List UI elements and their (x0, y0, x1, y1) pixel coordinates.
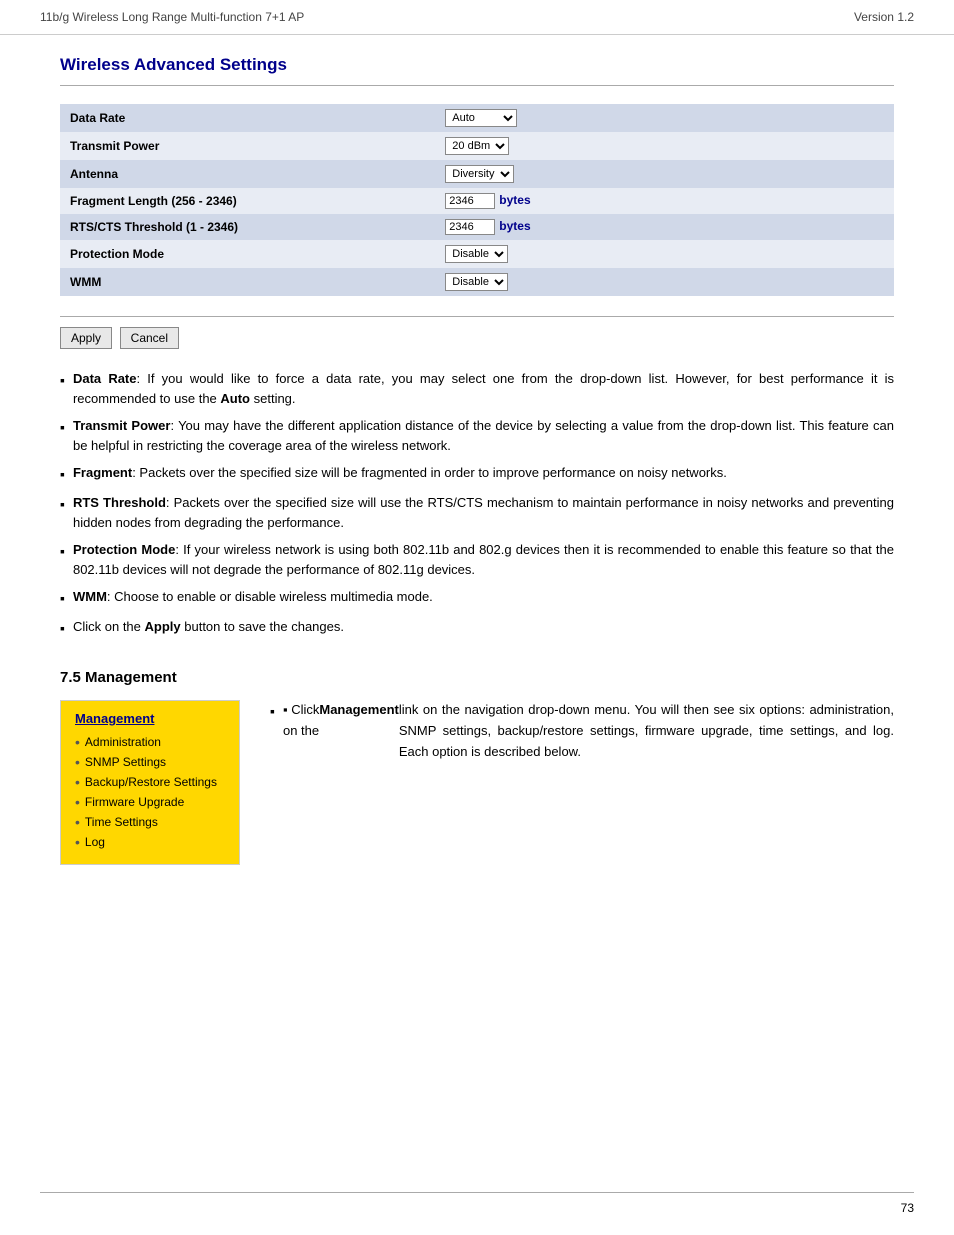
bullet-content: Data Rate: If you would like to force a … (73, 369, 894, 408)
button-row: Apply Cancel (60, 316, 894, 349)
list-item: Fragment: Packets over the specified siz… (60, 463, 894, 485)
bullet-content: Protection Mode: If your wireless networ… (73, 540, 894, 579)
settings-label: Antenna (60, 160, 435, 188)
list-item: Firmware Upgrade (75, 794, 225, 810)
settings-row: Protection Mode DisableEnable (60, 240, 894, 268)
settings-select[interactable]: 20 dBm17 dBm15 dBm12 dBm10 dBm (445, 137, 509, 155)
management-description: ▪ Click on the Management link on the na… (270, 700, 894, 762)
page-number: 73 (901, 1201, 914, 1215)
settings-row: WMM DisableEnable (60, 268, 894, 296)
settings-select[interactable]: Auto1 Mbps2 Mbps5.5 Mbps11 Mbps54 Mbps (445, 109, 517, 127)
settings-label: Transmit Power (60, 132, 435, 160)
management-box-title: Management (75, 711, 225, 726)
management-box: Management Administration SNMP Settings Ba… (60, 700, 240, 865)
bullet-content: RTS Threshold: Packets over the specifie… (73, 493, 894, 532)
list-item: RTS Threshold: Packets over the specifie… (60, 493, 894, 532)
settings-control[interactable]: DisableEnable (435, 240, 894, 268)
settings-control[interactable]: DisableEnable (435, 268, 894, 296)
settings-label: Protection Mode (60, 240, 435, 268)
settings-control[interactable]: bytes (435, 214, 894, 240)
settings-row: Antenna DiversityAB (60, 160, 894, 188)
bullet-content: Transmit Power: You may have the differe… (73, 416, 894, 455)
list-item: Transmit Power: You may have the differe… (60, 416, 894, 455)
header-right: Version 1.2 (854, 10, 914, 24)
settings-select[interactable]: DiversityAB (445, 165, 514, 183)
settings-select[interactable]: DisableEnable (445, 245, 508, 263)
settings-row: Data Rate Auto1 Mbps2 Mbps5.5 Mbps11 Mbps… (60, 104, 894, 132)
list-item: SNMP Settings (75, 754, 225, 770)
bullet-content: Fragment: Packets over the specified siz… (73, 463, 894, 483)
apply-button[interactable]: Apply (60, 327, 112, 349)
title-divider (60, 85, 894, 86)
settings-control[interactable]: DiversityAB (435, 160, 894, 188)
settings-label: WMM (60, 268, 435, 296)
settings-input[interactable] (445, 193, 495, 209)
bullet-content: WMM: Choose to enable or disable wireles… (73, 587, 894, 607)
bytes-label: bytes (499, 193, 530, 207)
page-content: Wireless Advanced Settings Data Rate Auto… (0, 35, 954, 905)
settings-label: Data Rate (60, 104, 435, 132)
header-left: 11b/g Wireless Long Range Multi-function… (40, 10, 304, 24)
management-heading: 7.5 Management (60, 669, 894, 686)
list-item: Backup/Restore Settings (75, 774, 225, 790)
bullet-content: Click on the Apply button to save the ch… (73, 617, 894, 637)
list-item: Time Settings (75, 814, 225, 830)
cancel-button[interactable]: Cancel (120, 327, 179, 349)
settings-select[interactable]: DisableEnable (445, 273, 508, 291)
info-list: Data Rate: If you would like to force a … (60, 369, 894, 639)
settings-label: Fragment Length (256 - 2346) (60, 188, 435, 214)
list-item: Click on the Apply button to save the ch… (60, 617, 894, 639)
list-item: Log (75, 834, 225, 850)
list-item: Protection Mode: If your wireless networ… (60, 540, 894, 579)
list-item: Administration (75, 734, 225, 750)
management-layout: Management Administration SNMP Settings Ba… (60, 700, 894, 865)
management-section: 7.5 Management Management Administration… (60, 669, 894, 865)
settings-label: RTS/CTS Threshold (1 - 2346) (60, 214, 435, 240)
management-box-list: Administration SNMP Settings Backup/Restor… (75, 734, 225, 850)
page-title: Wireless Advanced Settings (60, 55, 894, 75)
page-footer: 73 (40, 1192, 914, 1215)
settings-input[interactable] (445, 219, 495, 235)
settings-table: Data Rate Auto1 Mbps2 Mbps5.5 Mbps11 Mbps… (60, 104, 894, 296)
bytes-label: bytes (499, 219, 530, 233)
management-desc-text: ▪ Click on the Management link on the na… (270, 700, 894, 762)
settings-control[interactable]: 20 dBm17 dBm15 dBm12 dBm10 dBm (435, 132, 894, 160)
list-item: Data Rate: If you would like to force a … (60, 369, 894, 408)
settings-control[interactable]: Auto1 Mbps2 Mbps5.5 Mbps11 Mbps54 Mbps (435, 104, 894, 132)
settings-row: Transmit Power 20 dBm17 dBm15 dBm12 dBm10… (60, 132, 894, 160)
settings-row: Fragment Length (256 - 2346) bytes (60, 188, 894, 214)
settings-control[interactable]: bytes (435, 188, 894, 214)
list-item: WMM: Choose to enable or disable wireles… (60, 587, 894, 609)
page-header: 11b/g Wireless Long Range Multi-function… (0, 0, 954, 35)
settings-row: RTS/CTS Threshold (1 - 2346) bytes (60, 214, 894, 240)
